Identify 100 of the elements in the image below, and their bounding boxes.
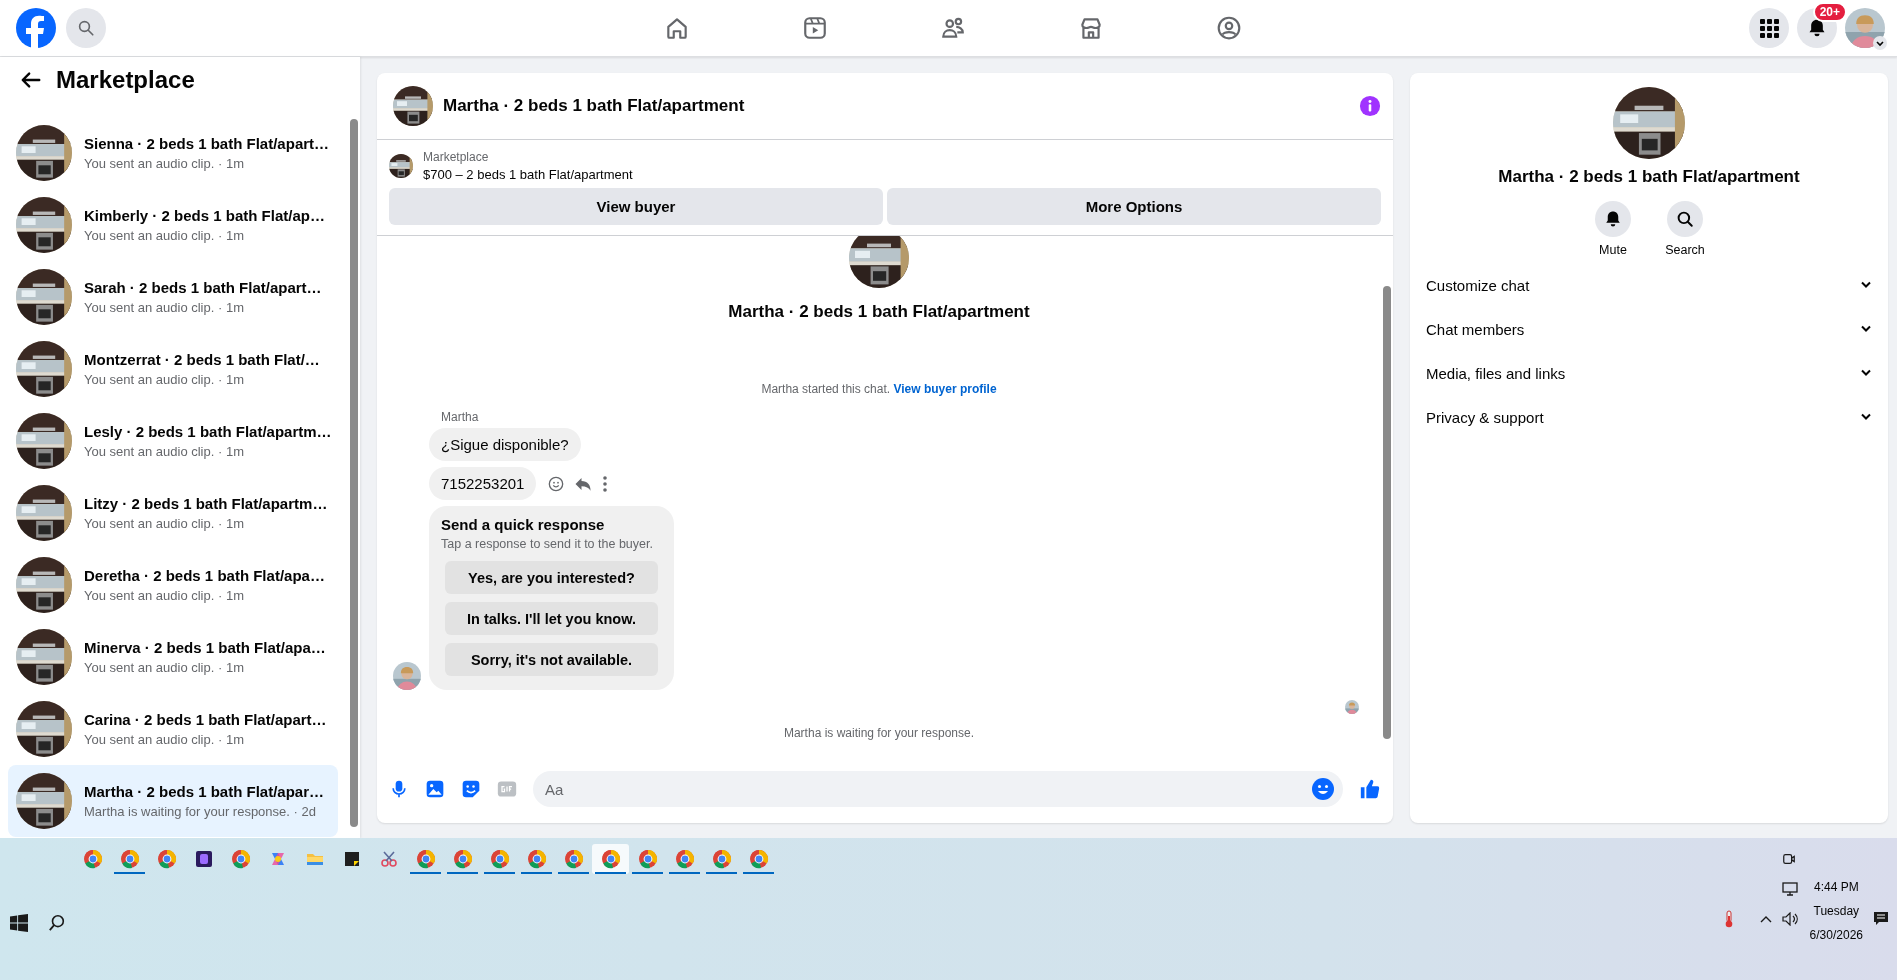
microphone-icon[interactable] (389, 779, 409, 799)
chat-title: Martha · 2 beds 1 bath Flat/apartment (443, 96, 746, 116)
mute-button[interactable] (1595, 201, 1631, 237)
bell-icon (1604, 210, 1622, 228)
conversation-title: Martha · 2 beds 1 bath Flat/apar… (84, 783, 325, 800)
conversation-item[interactable]: Montzerrat · 2 beds 1 bath Flat/… You sent an audio clip. · 1m (8, 333, 338, 405)
back-arrow-icon[interactable] (20, 69, 42, 91)
clock-day: Tuesday (1813, 899, 1860, 923)
search-icon (1676, 210, 1694, 228)
chevron-down-icon[interactable] (1860, 413, 1872, 421)
app-icon (193, 849, 214, 869)
conversation-title: Lesly · 2 beds 1 bath Flat/apartm… (84, 423, 332, 440)
chrome-icon (637, 849, 658, 869)
more-icon[interactable] (602, 475, 609, 492)
search-icon[interactable] (48, 914, 66, 932)
conversation-preview: You sent an audio clip. · 1m (84, 732, 245, 747)
sticker-icon[interactable] (461, 779, 481, 799)
section-item[interactable]: Chat members (1426, 320, 1525, 338)
chrome-icon (526, 849, 547, 869)
conversation-title: Montzerrat · 2 beds 1 bath Flat/… (84, 351, 320, 368)
conversation-preview: You sent an audio clip. · 1m (84, 444, 245, 459)
bell-icon (1807, 18, 1827, 38)
chrome-icon (156, 849, 177, 869)
conversation-title: Kimberly · 2 beds 1 bath Flat/ap… (84, 207, 325, 224)
notification-badge: 20+ (1812, 2, 1847, 22)
conversation-preview: You sent an audio clip. · 1m (84, 228, 245, 243)
conversation-preview: You sent an audio clip. · 1m (84, 516, 245, 531)
sender-name: Martha (441, 410, 479, 424)
conversation-title: Carina · 2 beds 1 bath Flat/apart… (84, 711, 327, 728)
quick-response-hint: Tap a response to send it to the buyer. (441, 537, 654, 551)
chevron-down-icon (1873, 36, 1887, 50)
notification-icon[interactable] (1873, 911, 1889, 927)
conversation-item[interactable]: Carina · 2 beds 1 bath Flat/apart… You sent an audio clip. · 1m (8, 693, 338, 765)
quick-reply-button[interactable]: In talks. I'll let you know. (445, 602, 658, 635)
info-icon[interactable] (1359, 95, 1381, 117)
chrome-icon (748, 849, 769, 869)
quick-reply-button[interactable]: Yes, are you interested? (445, 561, 658, 594)
listing-label: Marketplace (423, 150, 490, 164)
chrome-icon (230, 849, 251, 869)
emoji-icon[interactable] (1311, 777, 1335, 801)
section-item[interactable]: Privacy & support (1426, 408, 1544, 426)
chevron-down-icon[interactable] (1860, 325, 1872, 333)
conversation-item[interactable]: Martha · 2 beds 1 bath Flat/apar… Martha is waiting for your response. · 2d (8, 765, 338, 837)
conversation-preview: You sent an audio clip. · 1m (84, 588, 245, 603)
conversation-item[interactable]: Lesly · 2 beds 1 bath Flat/apartm… You sent an audio clip. · 1m (8, 405, 338, 477)
caret-up-icon[interactable] (1759, 915, 1772, 923)
chrome-icon (600, 849, 621, 869)
chrome-icon (415, 849, 436, 869)
chrome-icon (563, 849, 584, 869)
chat-intro-title: Martha · 2 beds 1 bath Flat/apartment (728, 302, 1030, 322)
chrome-icon (674, 849, 695, 869)
windows-icon[interactable] (10, 914, 28, 932)
search-icon (77, 19, 95, 37)
chrome-icon (452, 849, 473, 869)
quick-reply-button[interactable]: Sorry, it's not available. (445, 643, 658, 676)
conversation-item[interactable]: Sienna · 2 beds 1 bath Flat/apart… You sent an audio clip. · 1m (8, 117, 338, 189)
section-item[interactable]: Media, files and links (1426, 364, 1566, 382)
conversation-item[interactable]: Minerva · 2 beds 1 bath Flat/apa… You sent an audio clip. · 1m (8, 621, 338, 693)
conversation-item[interactable]: Kimberly · 2 beds 1 bath Flat/ap… You sent an audio clip. · 1m (8, 189, 338, 261)
menu-button[interactable] (1749, 8, 1789, 48)
clock-date: 6/30/2026 (1809, 927, 1863, 944)
message-bubble: 7152253201 (429, 467, 537, 500)
emoji-icon[interactable] (548, 475, 565, 492)
display-icon[interactable] (1781, 882, 1798, 896)
thumbs-up-icon[interactable] (1359, 778, 1381, 800)
section-item[interactable]: Customize chat (1426, 276, 1530, 294)
chrome-icon (711, 849, 732, 869)
chat-started-text: Martha started this chat. View buyer profile (760, 382, 998, 396)
conversation-preview: You sent an audio clip. · 1m (84, 300, 245, 315)
chrome-icon (82, 849, 103, 869)
speaker-icon[interactable] (1781, 912, 1800, 926)
action-button[interactable]: View buyer (389, 188, 883, 225)
facebook-logo-icon (16, 8, 56, 48)
conversation-preview: You sent an audio clip. · 1m (84, 660, 245, 675)
conversation-title: Deretha · 2 beds 1 bath Flat/apa… (84, 567, 325, 584)
conversation-item[interactable]: Litzy · 2 beds 1 bath Flat/apartm… You sent an audio clip. · 1m (8, 477, 338, 549)
conversation-title: Minerva · 2 beds 1 bath Flat/apa… (84, 639, 326, 656)
buyer-profile-link[interactable]: View buyer profile (893, 382, 997, 396)
profile-icon[interactable] (1215, 15, 1242, 41)
conversation-title: Litzy · 2 beds 1 bath Flat/apartm… (84, 495, 328, 512)
conversation-item[interactable]: Deretha · 2 beds 1 bath Flat/apa… You sent an audio clip. · 1m (8, 549, 338, 621)
action-label: Search (1665, 243, 1705, 257)
conversation-preview: You sent an audio clip. · 1m (84, 372, 245, 387)
message-input[interactable]: Aa (533, 771, 1343, 807)
conversation-item[interactable]: Sarah · 2 beds 1 bath Flat/apart… You sent an audio clip. · 1m (8, 261, 338, 333)
video-icon[interactable] (801, 15, 828, 41)
page-title: Marketplace (56, 66, 195, 94)
chat-name: Martha · 2 beds 1 bath Flat/apartment (1498, 167, 1800, 187)
image-icon[interactable] (425, 779, 445, 799)
conversation-title: Sarah · 2 beds 1 bath Flat/apart… (84, 279, 322, 296)
people-icon[interactable] (939, 15, 966, 41)
chevron-down-icon[interactable] (1860, 281, 1872, 289)
action-label: Mute (1599, 243, 1627, 257)
search-button[interactable] (1667, 201, 1703, 237)
camera-icon[interactable] (1781, 852, 1796, 866)
chrome-icon (489, 849, 510, 869)
conversation-title: Sienna · 2 beds 1 bath Flat/apart… (84, 135, 330, 152)
conversation-preview: You sent an audio clip. · 1m (84, 156, 245, 171)
chevron-down-icon[interactable] (1860, 369, 1872, 377)
action-button[interactable]: More Options (887, 188, 1381, 225)
